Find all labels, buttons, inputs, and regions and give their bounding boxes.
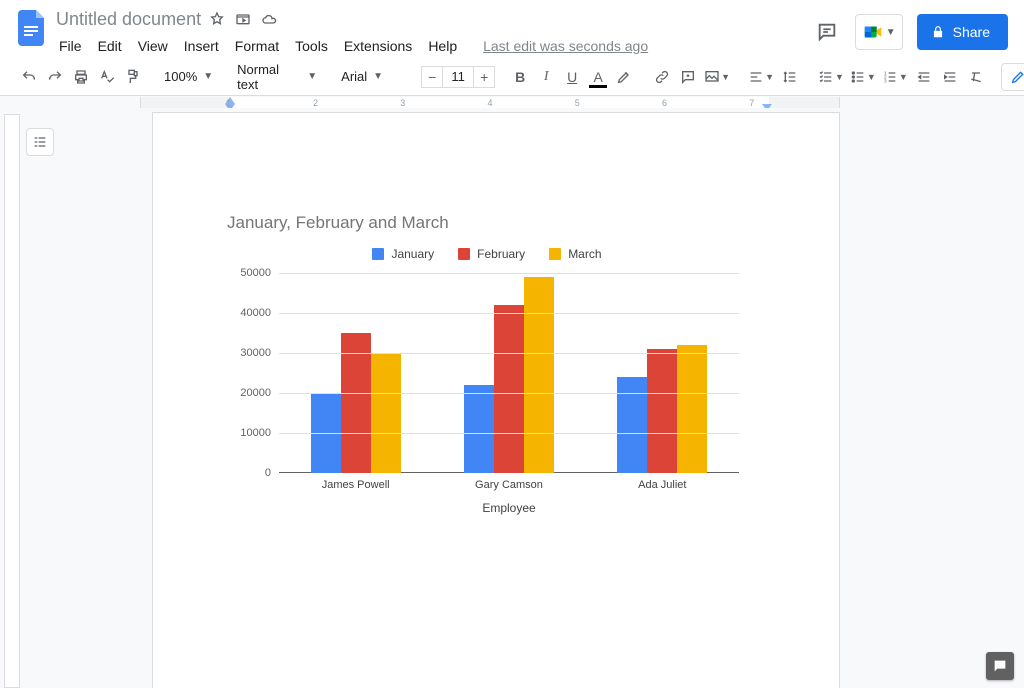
chart-x-axis-label: Employee <box>279 501 739 515</box>
star-icon[interactable] <box>209 11 225 27</box>
menu-file[interactable]: File <box>52 34 89 58</box>
menu-edit[interactable]: Edit <box>91 34 129 58</box>
title-bar: Untitled document File Edit View Insert … <box>0 0 1024 58</box>
ruler-tick: 5 <box>575 98 580 108</box>
font-size-increase[interactable]: + <box>473 66 495 88</box>
comment-icon[interactable] <box>675 64 701 90</box>
ruler-tick: 6 <box>662 98 667 108</box>
chart-y-tick: 50000 <box>240 267 279 279</box>
menu-view[interactable]: View <box>131 34 175 58</box>
checklist-icon[interactable]: ▼ <box>815 64 847 90</box>
move-icon[interactable] <box>235 11 251 27</box>
indent-decrease-icon[interactable] <box>911 64 937 90</box>
chart-x-tick: James Powell <box>322 473 390 491</box>
chart-bar <box>647 349 677 473</box>
toolbar: 100%▼ Normal text▼ Arial▼ − 11 + B I U A… <box>0 58 1024 96</box>
ruler-tick: 2 <box>313 98 318 108</box>
chart-x-tick: Ada Juliet <box>638 473 686 491</box>
legend-item: February <box>458 247 525 261</box>
paragraph-style-select[interactable]: Normal text▼ <box>231 62 323 92</box>
ruler-tick: 3 <box>400 98 405 108</box>
document-canvas[interactable]: January, February and March January Febru… <box>0 108 1024 688</box>
undo-icon[interactable] <box>16 64 42 90</box>
font-value: Arial <box>341 69 367 84</box>
chart-bar <box>371 353 401 473</box>
font-size-stepper: − 11 + <box>421 66 495 88</box>
line-spacing-icon[interactable] <box>777 64 803 90</box>
menu-insert[interactable]: Insert <box>177 34 226 58</box>
ruler-tick: 1 <box>226 98 231 108</box>
text-color-button[interactable]: A <box>585 64 611 90</box>
chart-legend: January February March <box>227 247 747 261</box>
chart-bar <box>677 345 707 473</box>
paint-format-icon[interactable] <box>120 64 146 90</box>
legend-item: January <box>372 247 434 261</box>
clear-format-icon[interactable] <box>963 64 989 90</box>
highlight-icon[interactable] <box>611 64 637 90</box>
bulleted-list-icon[interactable]: ▼ <box>847 64 879 90</box>
chart-plot-area: James PowellGary CamsonAda Juliet 010000… <box>279 273 739 473</box>
feedback-icon[interactable] <box>986 652 1014 680</box>
redo-icon[interactable] <box>42 64 68 90</box>
chart-bar <box>494 305 524 473</box>
zoom-select[interactable]: 100%▼ <box>158 69 219 84</box>
image-icon[interactable]: ▼ <box>701 64 733 90</box>
last-edit-link[interactable]: Last edit was seconds ago <box>476 34 655 58</box>
ruler-tick: 4 <box>487 98 492 108</box>
chart-y-tick: 40000 <box>240 307 279 319</box>
numbered-list-icon[interactable]: 123▼ <box>879 64 911 90</box>
bold-button[interactable]: B <box>507 64 533 90</box>
share-button[interactable]: Share <box>917 14 1008 50</box>
paragraph-style-value: Normal text <box>237 62 301 92</box>
chart-bar <box>341 333 371 473</box>
menu-help[interactable]: Help <box>421 34 464 58</box>
font-size-value[interactable]: 11 <box>443 66 473 88</box>
chart-bar <box>464 385 494 473</box>
font-select[interactable]: Arial▼ <box>335 69 409 84</box>
link-icon[interactable] <box>649 64 675 90</box>
chart-title: January, February and March <box>227 213 747 233</box>
underline-button[interactable]: U <box>559 64 585 90</box>
vertical-ruler[interactable] <box>4 114 20 688</box>
comments-icon[interactable] <box>813 18 841 46</box>
docs-logo[interactable] <box>12 8 52 48</box>
align-icon[interactable]: ▼ <box>745 64 777 90</box>
chart-x-tick: Gary Camson <box>475 473 543 491</box>
chart[interactable]: January, February and March January Febru… <box>227 213 747 515</box>
svg-text:3: 3 <box>884 78 887 83</box>
indent-increase-icon[interactable] <box>937 64 963 90</box>
chart-y-tick: 20000 <box>240 387 279 399</box>
chart-bar <box>617 377 647 473</box>
spellcheck-icon[interactable] <box>94 64 120 90</box>
ruler-tick: 7 <box>749 98 754 108</box>
outline-toggle-icon[interactable] <box>26 128 54 156</box>
chart-bar <box>524 277 554 473</box>
menu-bar: File Edit View Insert Format Tools Exten… <box>52 34 813 58</box>
italic-button[interactable]: I <box>533 64 559 90</box>
menu-format[interactable]: Format <box>228 34 286 58</box>
font-size-decrease[interactable]: − <box>421 66 443 88</box>
menu-extensions[interactable]: Extensions <box>337 34 419 58</box>
pencil-icon <box>1010 69 1024 85</box>
share-label: Share <box>953 24 990 40</box>
legend-item: March <box>549 247 601 261</box>
page[interactable]: January, February and March January Febru… <box>152 112 840 688</box>
zoom-value: 100% <box>164 69 197 84</box>
print-icon[interactable] <box>68 64 94 90</box>
chart-y-tick: 0 <box>265 467 279 479</box>
meet-button[interactable]: ▼ <box>855 14 903 50</box>
editing-mode-button[interactable]: ▼ <box>1001 63 1024 91</box>
chart-y-tick: 10000 <box>240 427 279 439</box>
chart-y-tick: 30000 <box>240 347 279 359</box>
document-title[interactable]: Untitled document <box>52 9 201 30</box>
cloud-icon[interactable] <box>261 11 277 27</box>
menu-tools[interactable]: Tools <box>288 34 335 58</box>
